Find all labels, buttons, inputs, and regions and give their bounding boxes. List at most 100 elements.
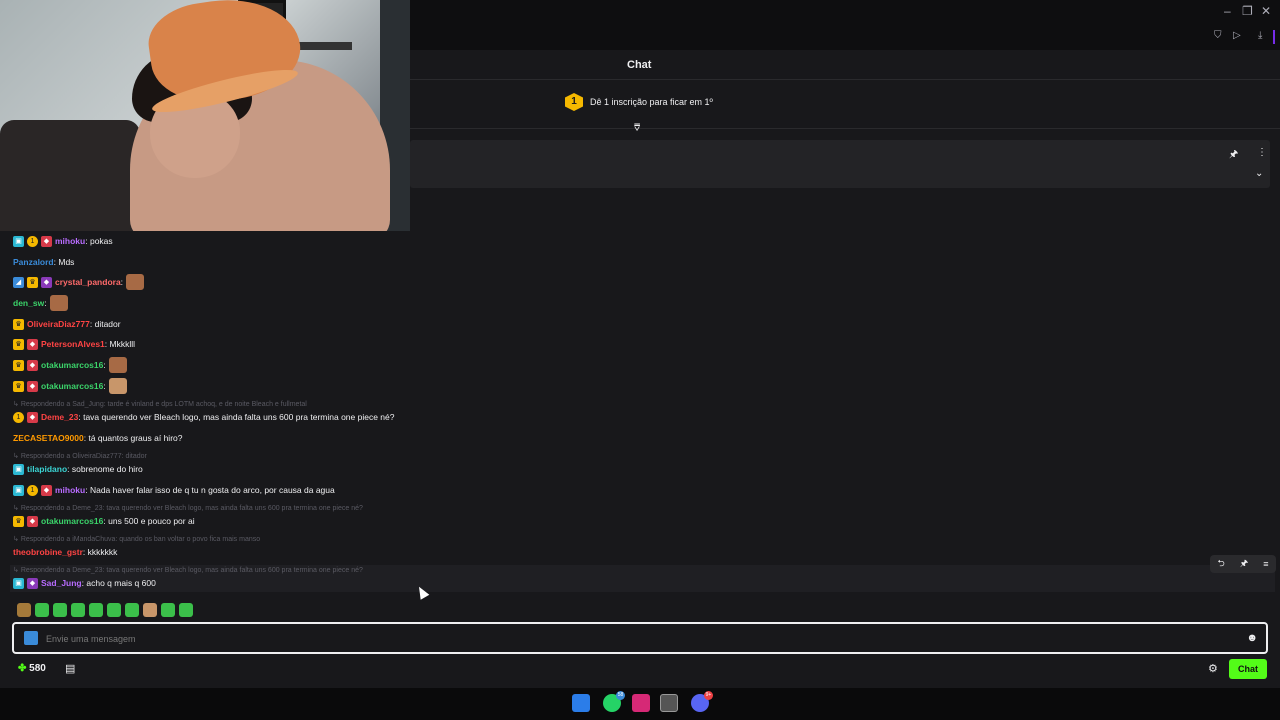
close-icon[interactable]: ✕ bbox=[1261, 4, 1271, 18]
emoji-icon[interactable]: ☻ bbox=[1246, 632, 1258, 644]
reply-context[interactable]: ↳ Respondendo a iMandaChuva: quando os b… bbox=[13, 535, 260, 543]
send-chat-button[interactable]: Chat bbox=[1229, 659, 1267, 679]
chat-username[interactable]: Sad_Jung bbox=[41, 578, 82, 588]
chat-username[interactable]: otakumarcos16 bbox=[41, 360, 103, 370]
sub-badge-icon: ◆ bbox=[27, 411, 38, 423]
chat-username[interactable]: den_sw bbox=[13, 298, 44, 308]
vip-badge-icon: ▣ bbox=[13, 484, 24, 496]
emote-icon[interactable] bbox=[71, 603, 85, 617]
chat-username[interactable]: crystal_pandora bbox=[55, 277, 121, 287]
sub-badge-icon: ◆ bbox=[27, 338, 38, 350]
emote-icon[interactable] bbox=[179, 603, 193, 617]
minimize-icon[interactable]: – bbox=[1224, 4, 1231, 18]
crown-badge-icon: ♛ bbox=[13, 359, 24, 371]
vip-badge-icon: ▣ bbox=[13, 463, 24, 475]
chat-message[interactable]: ◢ ♛ ◆ crystal_pandora: bbox=[13, 274, 145, 290]
chat-username[interactable]: OliveiraDiaz777 bbox=[27, 319, 90, 329]
gold-badge-icon: 1 bbox=[27, 235, 38, 247]
chat-username[interactable]: mihoku bbox=[55, 236, 85, 246]
emote-quick-bar bbox=[17, 603, 193, 617]
whatsapp-icon[interactable]: 58 bbox=[603, 691, 625, 712]
chevron-down-icon[interactable]: ⌄ bbox=[1255, 168, 1263, 179]
chat-message[interactable]: 1 ◆ Deme_23: tava querendo ver Bleach lo… bbox=[13, 410, 394, 424]
chat-message[interactable]: ▣ ◆ Sad_Jung: acho q mais q 600 bbox=[13, 576, 156, 590]
windows-start-icon[interactable] bbox=[572, 694, 590, 712]
chat-message[interactable]: ♛ ◆ otakumarcos16: bbox=[13, 378, 127, 394]
points-icon: ✤ bbox=[18, 663, 27, 674]
chat-text: acho q mais q 600 bbox=[86, 578, 156, 588]
chat-text: Mds bbox=[58, 257, 75, 267]
crown-badge-icon: ♛ bbox=[13, 318, 24, 330]
reply-context[interactable]: ↳ Respondendo a OliveiraDiaz777: ditador bbox=[13, 452, 147, 460]
chat-message[interactable]: ▣ 1 ◆ mihoku: Nada haver falar isso de q… bbox=[13, 483, 335, 497]
window-titlebar bbox=[410, 0, 1280, 50]
emote-icon[interactable] bbox=[143, 603, 157, 617]
chat-username[interactable]: otakumarcos16 bbox=[41, 381, 103, 391]
pin-icon[interactable]: 🖈 bbox=[1229, 147, 1238, 164]
emote-icon[interactable] bbox=[35, 603, 49, 617]
chat-text: uns 500 e pouco por ai bbox=[108, 516, 195, 526]
chat-text: ditador bbox=[94, 319, 121, 329]
chat-text: tava querendo ver Bleach logo, mas ainda… bbox=[83, 412, 395, 422]
reply-context[interactable]: ↳ Respondendo a Deme_23: tava querendo v… bbox=[13, 566, 363, 574]
chat-username[interactable]: Panzalord bbox=[13, 257, 54, 267]
chat-input[interactable] bbox=[46, 631, 1226, 647]
store-icon[interactable]: ▤ bbox=[65, 662, 75, 675]
chat-input-box[interactable]: ☻ bbox=[12, 622, 1268, 654]
chat-message[interactable]: ♛ ◆ otakumarcos16: uns 500 e pouco por a… bbox=[13, 514, 195, 528]
chat-username[interactable]: tilapidano bbox=[27, 464, 67, 474]
chat-message[interactable]: ZECASETAO9000: tá quantos graus aí hiro? bbox=[13, 431, 182, 445]
chat-username[interactable]: PetersonAlves1 bbox=[41, 339, 105, 349]
emote-icon[interactable] bbox=[17, 603, 31, 617]
app-icon[interactable] bbox=[660, 694, 678, 712]
reply-icon[interactable]: ⮌ bbox=[1218, 556, 1225, 572]
sub-badge-icon: ◆ bbox=[27, 380, 38, 392]
bits-icon[interactable] bbox=[24, 631, 38, 645]
chat-message[interactable]: Panzalord: Mds bbox=[13, 255, 74, 269]
gear-icon[interactable]: ⚙ bbox=[1208, 662, 1218, 675]
chat-username[interactable]: otakumarcos16 bbox=[41, 516, 103, 526]
emote-image bbox=[108, 378, 127, 394]
chat-message[interactable]: ♛ OliveiraDiaz777: ditador bbox=[13, 317, 121, 331]
crown-badge-icon: ♛ bbox=[13, 380, 24, 392]
more-icon[interactable]: ≡ bbox=[1263, 559, 1268, 569]
emote-icon[interactable] bbox=[53, 603, 67, 617]
emote-icon[interactable] bbox=[89, 603, 103, 617]
chat-message[interactable]: ▣ 1 ◆ mihoku: pokas bbox=[13, 234, 113, 248]
download-icon[interactable]: ⤓ bbox=[1258, 30, 1262, 41]
chat-message[interactable]: theobrobine_gstr: kkkkkkk bbox=[13, 545, 117, 559]
play-icon[interactable]: ▷ bbox=[1233, 30, 1241, 41]
reply-context[interactable]: ↳ Respondendo a Sad_Jung: tarde é vinlan… bbox=[13, 400, 307, 408]
discord-icon[interactable]: 9+ bbox=[691, 691, 713, 712]
emote-image bbox=[126, 274, 145, 290]
shield-icon[interactable]: ⛉ bbox=[1214, 30, 1222, 41]
chat-text: pokas bbox=[89, 236, 113, 246]
wall-shelf bbox=[296, 42, 352, 50]
instagram-icon[interactable] bbox=[632, 694, 650, 712]
chat-message[interactable]: ♛ ◆ PetersonAlves1: Mkkklll bbox=[13, 337, 135, 351]
pride-badge-icon: ◆ bbox=[27, 577, 38, 589]
emote-icon[interactable] bbox=[125, 603, 139, 617]
chat-username[interactable]: mihoku bbox=[55, 485, 85, 495]
reply-context[interactable]: ↳ Respondendo a Deme_23: tava querendo v… bbox=[13, 504, 363, 512]
emote-icon[interactable] bbox=[161, 603, 175, 617]
emote-icon[interactable] bbox=[107, 603, 121, 617]
chat-text: kkkkkkk bbox=[87, 547, 118, 557]
restore-icon[interactable]: ❐ bbox=[1242, 4, 1253, 18]
pride-badge-icon: ◆ bbox=[41, 276, 52, 288]
subscription-leaderboard[interactable] bbox=[410, 81, 1280, 129]
message-actions[interactable]: ⮌ 🖈 ≡ bbox=[1210, 555, 1276, 573]
more-options-icon[interactable]: ⋮ bbox=[1257, 147, 1267, 158]
accent-bar bbox=[1273, 30, 1275, 44]
chat-username[interactable]: Deme_23 bbox=[41, 412, 78, 422]
chat-username[interactable]: ZECASETAO9000 bbox=[13, 433, 84, 443]
pin-message-icon[interactable]: 🖈 bbox=[1240, 556, 1248, 572]
chat-text: Nada haver falar isso de q tu n gosta do… bbox=[89, 485, 335, 495]
collapse-icon[interactable]: ⩢ bbox=[634, 123, 640, 134]
chat-message[interactable]: ▣ tilapidano: sobrenome do hiro bbox=[13, 462, 143, 476]
chat-message[interactable]: ♛ ◆ otakumarcos16: bbox=[13, 357, 127, 373]
sub-badge-icon: ◆ bbox=[41, 484, 52, 496]
chat-username[interactable]: theobrobine_gstr bbox=[13, 547, 83, 557]
chat-message[interactable]: den_sw: bbox=[13, 295, 68, 311]
channel-points[interactable]: ✤ 580 bbox=[18, 663, 46, 674]
